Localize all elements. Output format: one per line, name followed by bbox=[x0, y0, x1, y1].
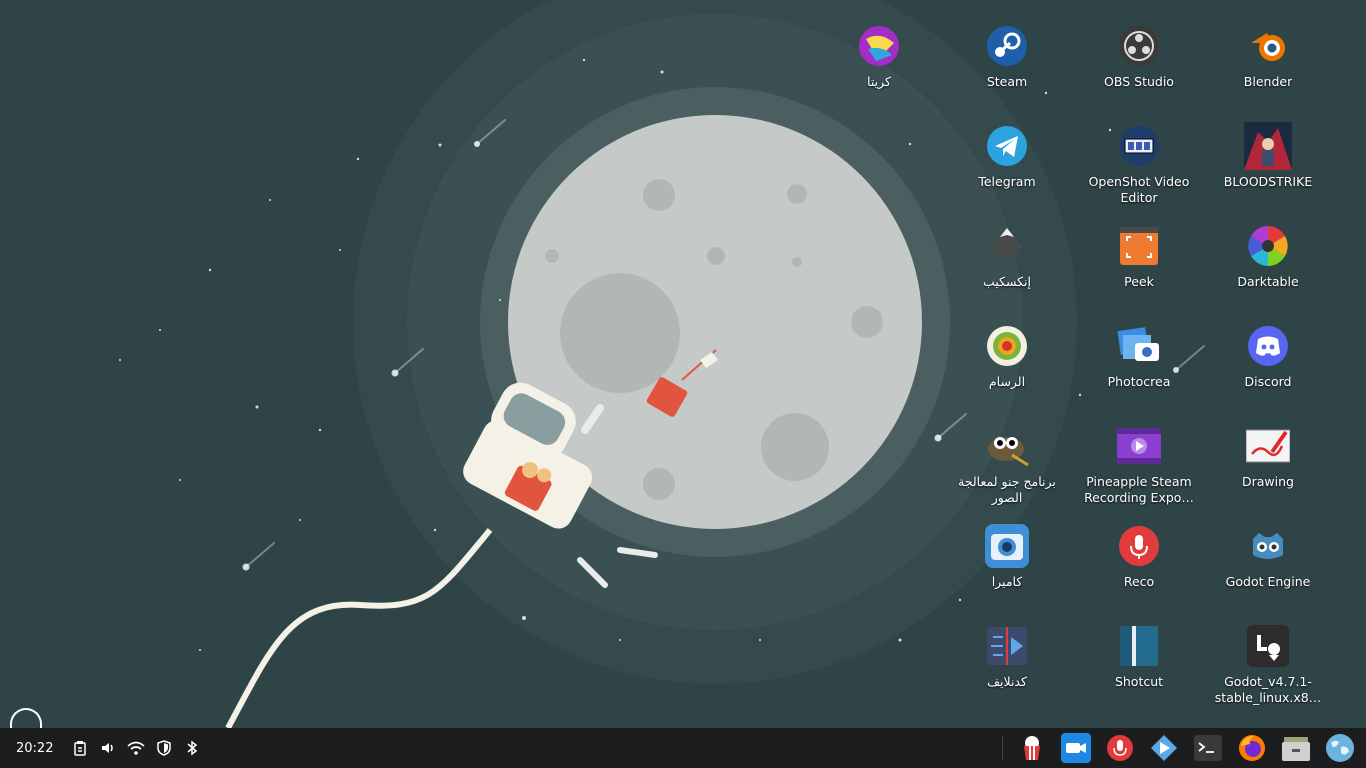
desktop-icon-shotcut[interactable]: Shotcut bbox=[1077, 622, 1201, 690]
steam-icon bbox=[983, 22, 1031, 70]
desktop-icon-label: Shotcut bbox=[1114, 674, 1164, 689]
desktop-icon-obs-studio[interactable]: OBS Studio bbox=[1077, 22, 1201, 90]
executable-icon bbox=[1244, 622, 1292, 670]
desktop-icon-label: الرسام bbox=[988, 374, 1026, 389]
globe-icon[interactable] bbox=[1318, 730, 1362, 766]
desktop-icon-krita[interactable]: كريتا bbox=[817, 22, 941, 90]
desktop-icon-label: Godot_v4.7.1-stable_linux.x8… bbox=[1214, 674, 1322, 705]
desktop-icon-photocrea[interactable]: Photocrea bbox=[1077, 322, 1201, 390]
desktop-icon-godot-engine[interactable]: Godot Engine bbox=[1206, 522, 1330, 590]
desktop-icon-inkscape[interactable]: إنكسكيب bbox=[945, 222, 1069, 290]
taskbar-separator bbox=[1002, 736, 1003, 760]
darktable-icon bbox=[1244, 222, 1292, 270]
bloodstrike-icon bbox=[1244, 122, 1292, 170]
desktop-icon-label: Steam bbox=[986, 74, 1028, 89]
desktop-icon-telegram[interactable]: Telegram bbox=[945, 122, 1069, 190]
clipboard-icon[interactable] bbox=[66, 734, 94, 762]
screen-recorder-icon[interactable] bbox=[1054, 730, 1098, 766]
desktop-icon-darktable[interactable]: Darktable bbox=[1206, 222, 1330, 290]
volume-icon[interactable] bbox=[94, 734, 122, 762]
terminal-icon[interactable] bbox=[1186, 730, 1230, 766]
desktop-icon-label: Darktable bbox=[1237, 274, 1299, 289]
taskbar-apps bbox=[1010, 730, 1362, 766]
desktop-icon-label: OpenShot Video Editor bbox=[1088, 174, 1190, 205]
clock[interactable]: 20:22 bbox=[16, 741, 56, 756]
desktop-icon-label: Godot Engine bbox=[1225, 574, 1311, 589]
desktop-icon-label: كريتا bbox=[867, 74, 891, 89]
shotcut-icon bbox=[1115, 622, 1163, 670]
desktop-icon-label: كاميرا bbox=[991, 574, 1023, 589]
firefox-icon[interactable] bbox=[1230, 730, 1274, 766]
desktop-icon-gimp[interactable]: برنامج جنو لمعالجة الصور bbox=[945, 422, 1069, 506]
desktop-icon-godot-binary[interactable]: Godot_v4.7.1-stable_linux.x8… bbox=[1206, 622, 1330, 706]
wifi-icon[interactable] bbox=[122, 734, 150, 762]
file-manager-icon[interactable] bbox=[1274, 730, 1318, 766]
shield-icon[interactable] bbox=[150, 734, 178, 762]
drawer-icon bbox=[983, 322, 1031, 370]
video-file-icon bbox=[1115, 422, 1163, 470]
microphone-icon bbox=[1115, 522, 1163, 570]
gimp-icon bbox=[983, 422, 1031, 470]
godot-icon bbox=[1244, 522, 1292, 570]
popcorn-icon[interactable] bbox=[1010, 730, 1054, 766]
kdenlive-icon[interactable] bbox=[1142, 730, 1186, 766]
desktop-icon-steam[interactable]: Steam bbox=[945, 22, 1069, 90]
desktop-icon-label: Discord bbox=[1244, 374, 1292, 389]
desktop-icon-label: Pineapple Steam Recording Expo… bbox=[1084, 474, 1194, 505]
microphone-icon[interactable] bbox=[1098, 730, 1142, 766]
desktop-icon-label: Blender bbox=[1243, 74, 1293, 89]
desktop-icon-label: Photocrea bbox=[1107, 374, 1171, 389]
desktop-icon-kdenlive[interactable]: كدنلايف bbox=[945, 622, 1069, 690]
peek-icon bbox=[1115, 222, 1163, 270]
desktop-icon-openshot[interactable]: OpenShot Video Editor bbox=[1077, 122, 1201, 206]
desktop-icon-reco[interactable]: Reco bbox=[1077, 522, 1201, 590]
camera-icon bbox=[983, 522, 1031, 570]
desktop-icon-bloodstrike[interactable]: BLOODSTRIKE bbox=[1206, 122, 1330, 190]
obs-studio-icon bbox=[1115, 22, 1163, 70]
telegram-icon bbox=[983, 122, 1031, 170]
desktop-icon-label: Peek bbox=[1124, 274, 1154, 289]
photocrea-icon bbox=[1115, 322, 1163, 370]
desktop-icon-label: كدنلايف bbox=[987, 674, 1027, 689]
desktop-icon-drawer[interactable]: الرسام bbox=[945, 322, 1069, 390]
drawing-icon bbox=[1244, 422, 1292, 470]
desktop-icon-label: إنكسكيب bbox=[983, 274, 1031, 289]
inkscape-icon bbox=[983, 222, 1031, 270]
bluetooth-icon[interactable] bbox=[178, 734, 206, 762]
desktop-icon-label: BLOODSTRIKE bbox=[1223, 174, 1313, 189]
desktop-icon-peek[interactable]: Peek bbox=[1077, 222, 1201, 290]
desktop-icon-label: برنامج جنو لمعالجة الصور bbox=[958, 474, 1056, 505]
desktop-icon-label: OBS Studio bbox=[1104, 74, 1174, 89]
discord-icon bbox=[1244, 322, 1292, 370]
krita-icon bbox=[855, 22, 903, 70]
desktop-icon-camera[interactable]: كاميرا bbox=[945, 522, 1069, 590]
desktop-icon-discord[interactable]: Discord bbox=[1206, 322, 1330, 390]
desktop-icon-drawing[interactable]: Drawing bbox=[1206, 422, 1330, 490]
system-tray bbox=[66, 734, 206, 762]
desktop-icon-label: Telegram bbox=[978, 174, 1036, 189]
desktop-icon-blender[interactable]: Blender bbox=[1206, 22, 1330, 90]
openshot-icon bbox=[1115, 122, 1163, 170]
desktop-icon-label: Drawing bbox=[1242, 474, 1294, 489]
blender-icon bbox=[1244, 22, 1292, 70]
desktop-icon-label: Reco bbox=[1123, 574, 1155, 589]
desktop-icon-pineapple-recording[interactable]: Pineapple Steam Recording Expo… bbox=[1077, 422, 1201, 506]
kdenlive-icon bbox=[983, 622, 1031, 670]
